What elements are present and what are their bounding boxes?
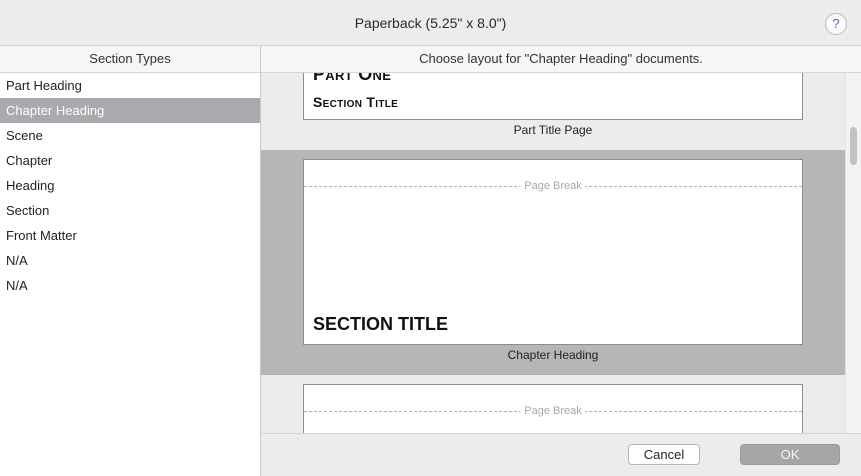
section-type-chapter[interactable]: Chapter [0,148,260,173]
section-type-na-1[interactable]: N/A [0,248,260,273]
section-types-panel: Section Types Part Heading Chapter Headi… [0,46,261,476]
vertical-scrollbar[interactable] [845,73,861,433]
page-break-label: Page Break [520,404,586,418]
page-break-marker: Page Break [304,404,802,418]
section-type-na-2[interactable]: N/A [0,273,260,298]
section-type-part-heading[interactable]: Part Heading [0,73,260,98]
layout-part-title-page-caption: Part Title Page [513,123,593,137]
layout-third-preview[interactable]: Page Break [303,384,803,433]
question-mark-icon: ? [832,16,840,31]
section-types-list: Part Heading Chapter Heading Scene Chapt… [0,73,260,298]
section-type-chapter-heading[interactable]: Chapter Heading [0,98,260,123]
layout-chapter-heading-preview[interactable]: Page Break SECTION TITLE [303,159,803,345]
scrollbar-thumb[interactable] [850,127,857,165]
part-one-text: Part One [313,73,392,84]
page-break-marker: Page Break [304,179,802,193]
layout-chooser-panel: Choose layout for "Chapter Heading" docu… [261,46,861,476]
layout-chapter-heading-caption: Chapter Heading [507,348,599,362]
layout-list: Part One Section Title Part Title Page P… [261,73,861,433]
section-type-front-matter[interactable]: Front Matter [0,223,260,248]
section-title-heading: SECTION TITLE [313,314,448,334]
layout-chooser-header: Choose layout for "Chapter Heading" docu… [261,46,861,73]
section-types-header: Section Types [0,46,260,73]
page-break-label: Page Break [520,179,586,193]
title-bar: Paperback (5.25" x 8.0") ? [0,0,861,46]
section-type-scene[interactable]: Scene [0,123,260,148]
window-title: Paperback (5.25" x 8.0") [354,15,507,31]
section-type-heading[interactable]: Heading [0,173,260,198]
cancel-button[interactable]: Cancel [628,444,700,465]
section-type-section[interactable]: Section [0,198,260,223]
section-title-text: Section Title [313,94,399,110]
dialog-footer: Cancel OK [261,433,861,476]
help-button[interactable]: ? [825,13,847,35]
ok-button[interactable]: OK [740,444,840,465]
layout-part-title-page-preview[interactable]: Part One Section Title [303,73,803,120]
